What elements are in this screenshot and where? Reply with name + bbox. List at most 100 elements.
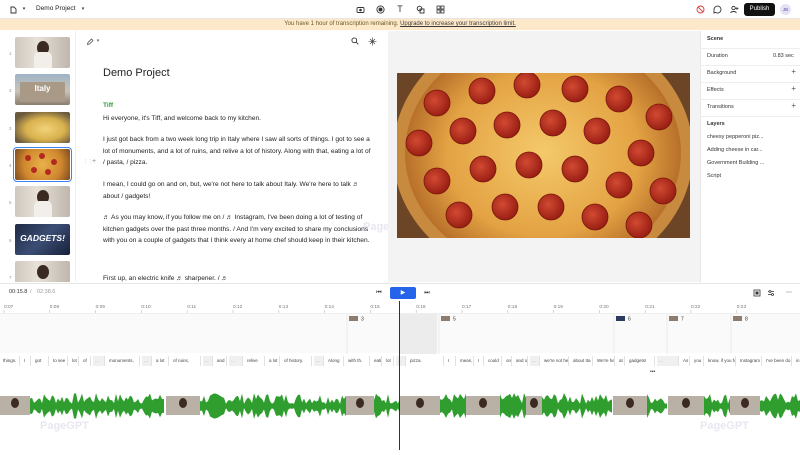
sparkle-icon[interactable]: [367, 36, 377, 46]
word-chip[interactable]: of history.: [282, 356, 312, 366]
pen-icon[interactable]: [85, 37, 95, 46]
word-chip[interactable]: ...: [142, 356, 152, 366]
word-chip[interactable]: ...: [203, 356, 213, 366]
script-editor[interactable]: ▾ Demo Project Tiff Hi everyone, it's Ti…: [77, 31, 388, 282]
word-track[interactable]: things. Igot to see lot of... monuments,... a …: [0, 356, 800, 368]
script-paragraph-5[interactable]: First up, an electric knife ♬ sharpener.…: [103, 273, 373, 282]
scene-marker-thumb[interactable]: [441, 316, 450, 321]
script-paragraph-4[interactable]: ♬ As you may know, if you follow me on /…: [103, 212, 373, 247]
word-chip[interactable]: pizza.: [408, 356, 444, 366]
scene-thumb-5[interactable]: 5: [0, 186, 75, 220]
word-chip[interactable]: in: [794, 356, 800, 366]
script-paragraph-2[interactable]: I just got back from a two week long tri…: [103, 134, 373, 169]
word-chip[interactable]: know, if you follo: [706, 356, 736, 366]
word-chip[interactable]: ...: [314, 356, 324, 366]
no-entry-icon[interactable]: [695, 4, 705, 14]
word-chip[interactable]: Instagram: [738, 356, 762, 366]
layer-item[interactable]: Government Building ...: [707, 160, 797, 166]
search-icon[interactable]: [350, 36, 360, 46]
word-chip[interactable]: eati: [372, 356, 382, 366]
word-chip[interactable]: of ruins,: [171, 356, 201, 366]
word-chip[interactable]: gadgets!: [627, 356, 655, 366]
word-chip[interactable]: got: [33, 356, 49, 366]
word-chip[interactable]: with th.: [346, 356, 370, 366]
publish-button[interactable]: Publish: [744, 3, 775, 16]
word-chip[interactable]: to see: [51, 356, 68, 366]
audio-track[interactable]: ••• PageGPT PageGPT: [0, 368, 800, 450]
word-chip[interactable]: things.: [1, 356, 20, 366]
scene-thumb-4[interactable]: 4: [0, 147, 75, 183]
project-name[interactable]: Demo Project: [36, 5, 75, 12]
add-transition-icon[interactable]: +: [791, 101, 796, 110]
upgrade-link[interactable]: Upgrade to increase your transcription l…: [400, 21, 516, 27]
scene-marker-thumb[interactable]: [349, 316, 358, 321]
scene-marker-thumb[interactable]: [733, 316, 742, 321]
word-chip[interactable]: monuments,: [107, 356, 140, 366]
scene-thumb-1[interactable]: 1: [0, 37, 75, 71]
word-chip[interactable]: I: [22, 356, 31, 366]
scene-marker-thumb[interactable]: [616, 316, 625, 321]
word-chip[interactable]: We're here: [595, 356, 615, 366]
background-row[interactable]: Background: [707, 70, 797, 76]
script-paragraph-1[interactable]: Hi everyone, it's Tiff, and welcome back…: [103, 113, 373, 125]
script-paragraph-3[interactable]: I mean, I could go on and on, but, we're…: [103, 179, 373, 202]
word-chip[interactable]: ...: [396, 356, 406, 366]
word-chip[interactable]: and o: [514, 356, 528, 366]
word-chip[interactable]: ...: [657, 356, 679, 366]
chevron-down-icon[interactable]: ▾: [21, 5, 27, 14]
word-chip[interactable]: I: [476, 356, 484, 366]
layer-item[interactable]: Script: [707, 173, 797, 179]
duration-value[interactable]: 0.83 sec: [773, 53, 794, 59]
word-chip[interactable]: a lot: [267, 356, 280, 366]
add-block-icon[interactable]: +: [92, 158, 96, 165]
project-chevron-icon[interactable]: ▾: [80, 5, 86, 14]
layer-item[interactable]: Adding cheese in car...: [707, 147, 797, 153]
scene-marker-thumb[interactable]: [669, 316, 678, 321]
speaker-label[interactable]: Tiff: [103, 102, 113, 109]
comment-icon[interactable]: [712, 4, 722, 14]
word-chip[interactable]: a lot: [154, 356, 169, 366]
scene-thumb-6[interactable]: 6 GADGETS!: [0, 224, 75, 258]
scene-thumb-3[interactable]: 3: [0, 112, 75, 146]
skip-forward-icon[interactable]: ⏭: [422, 288, 432, 298]
word-chip[interactable]: could: [486, 356, 502, 366]
capture-icon[interactable]: [355, 4, 365, 14]
word-chip[interactable]: I've been do: [764, 356, 792, 366]
scene-track[interactable]: 345678: [0, 313, 800, 354]
scene-thumb-7[interactable]: 7: [0, 261, 75, 282]
word-chip[interactable]: lot: [70, 356, 79, 366]
fit-view-icon[interactable]: [752, 288, 762, 298]
word-chip[interactable]: of: [81, 356, 91, 366]
word-chip[interactable]: you: [692, 356, 704, 366]
avatar[interactable]: JB: [780, 4, 791, 15]
transitions-row[interactable]: Transitions: [707, 104, 797, 110]
add-user-icon[interactable]: [729, 4, 739, 14]
word-chip[interactable]: ...: [93, 356, 105, 366]
script-title[interactable]: Demo Project: [103, 67, 170, 79]
pen-chevron-icon[interactable]: ▾: [95, 37, 101, 46]
word-chip[interactable]: ...: [530, 356, 540, 366]
effects-row[interactable]: Effects: [707, 87, 797, 93]
record-icon[interactable]: [375, 4, 385, 14]
selected-scene-block[interactable]: [400, 314, 437, 354]
scene-thumb-2[interactable]: 2 Italy: [0, 74, 75, 108]
settings-sliders-icon[interactable]: [766, 288, 776, 298]
word-chip[interactable]: and: [215, 356, 227, 366]
word-chip[interactable]: lot: [384, 356, 394, 366]
word-chip[interactable]: ...: [229, 356, 243, 366]
word-chip[interactable]: we're not he: [542, 356, 569, 366]
play-button[interactable]: ▶: [390, 287, 416, 299]
word-chip[interactable]: on: [504, 356, 512, 366]
word-chip[interactable]: Along: [326, 356, 344, 366]
video-preview[interactable]: [388, 31, 700, 282]
text-icon[interactable]: T: [395, 4, 405, 14]
shapes-icon[interactable]: [415, 4, 425, 14]
layer-item[interactable]: cheesy pepperoni piz...: [707, 134, 797, 140]
word-chip[interactable]: relive: [245, 356, 265, 366]
word-chip[interactable]: As: [681, 356, 690, 366]
playhead[interactable]: [399, 301, 400, 450]
more-options-icon[interactable]: •••: [650, 369, 656, 375]
word-chip[interactable]: mean,: [458, 356, 474, 366]
add-background-icon[interactable]: +: [791, 67, 796, 76]
add-effect-icon[interactable]: +: [791, 84, 796, 93]
